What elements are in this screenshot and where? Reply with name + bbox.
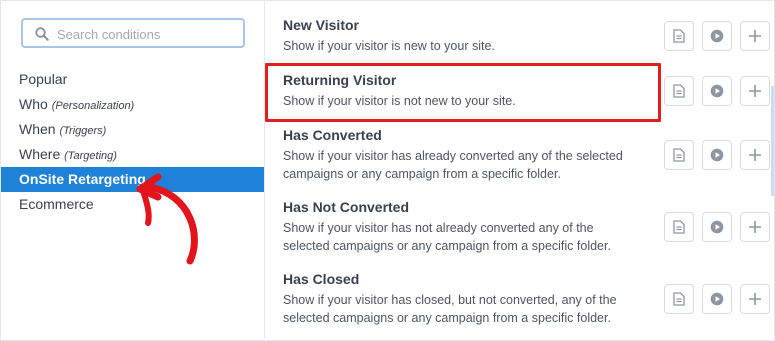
details-button[interactable] bbox=[664, 212, 694, 242]
scrollbar[interactable] bbox=[771, 86, 774, 196]
category-label: Who bbox=[19, 96, 48, 112]
condition-actions bbox=[664, 140, 770, 170]
condition-has-not-converted[interactable]: Has Not Converted Show if your visitor h… bbox=[265, 199, 655, 255]
search-box[interactable] bbox=[21, 18, 245, 48]
condition-actions bbox=[664, 21, 770, 51]
plus-icon bbox=[749, 149, 761, 161]
condition-title: Has Not Converted bbox=[283, 199, 410, 215]
plus-icon bbox=[749, 30, 761, 42]
search-icon bbox=[35, 27, 49, 41]
condition-title: Has Converted bbox=[283, 127, 382, 143]
play-icon bbox=[710, 292, 724, 306]
preview-button[interactable] bbox=[702, 76, 732, 106]
condition-actions bbox=[664, 76, 770, 106]
play-icon bbox=[710, 29, 724, 43]
category-label: Ecommerce bbox=[19, 196, 94, 212]
add-button[interactable] bbox=[740, 21, 770, 51]
category-sub: (Targeting) bbox=[64, 150, 117, 162]
condition-description: Show if your visitor is new to your site… bbox=[283, 39, 495, 53]
preview-button[interactable] bbox=[702, 212, 732, 242]
condition-actions bbox=[664, 212, 770, 242]
plus-icon bbox=[749, 85, 761, 97]
add-button[interactable] bbox=[740, 284, 770, 314]
details-button[interactable] bbox=[664, 76, 694, 106]
play-icon bbox=[710, 220, 724, 234]
condition-new-visitor[interactable]: New Visitor Show if your visitor is new … bbox=[265, 17, 655, 55]
play-icon bbox=[710, 84, 724, 98]
category-popular[interactable]: Popular bbox=[1, 67, 264, 92]
highlight-box bbox=[265, 63, 661, 122]
condition-actions bbox=[664, 284, 770, 314]
annotation-arrow-icon bbox=[136, 173, 198, 265]
document-icon bbox=[673, 220, 685, 234]
search-input[interactable] bbox=[57, 25, 237, 43]
add-button[interactable] bbox=[740, 212, 770, 242]
condition-description: Show if your visitor has not already con… bbox=[283, 221, 611, 253]
category-label: Popular bbox=[19, 71, 68, 87]
condition-title: New Visitor bbox=[283, 17, 359, 33]
condition-has-converted[interactable]: Has Converted Show if your visitor has a… bbox=[265, 127, 655, 183]
category-sub: (Triggers) bbox=[59, 125, 107, 137]
condition-description: Show if your visitor has already convert… bbox=[283, 149, 623, 181]
condition-list: New Visitor Show if your visitor is new … bbox=[265, 1, 774, 339]
category-when[interactable]: When (Triggers) bbox=[1, 117, 264, 142]
preview-button[interactable] bbox=[702, 21, 732, 51]
play-icon bbox=[710, 148, 724, 162]
condition-has-closed[interactable]: Has Closed Show if your visitor has clos… bbox=[265, 271, 655, 327]
document-icon bbox=[673, 292, 685, 306]
document-icon bbox=[673, 148, 685, 162]
category-sub: (Personalization) bbox=[51, 100, 135, 112]
category-where[interactable]: Where (Targeting) bbox=[1, 142, 264, 167]
document-icon bbox=[673, 29, 685, 43]
condition-description: Show if your visitor has closed, but not… bbox=[283, 293, 617, 325]
preview-button[interactable] bbox=[702, 284, 732, 314]
details-button[interactable] bbox=[664, 21, 694, 51]
details-button[interactable] bbox=[664, 140, 694, 170]
category-label: When bbox=[19, 121, 56, 137]
plus-icon bbox=[749, 221, 761, 233]
plus-icon bbox=[749, 293, 761, 305]
details-button[interactable] bbox=[664, 284, 694, 314]
document-icon bbox=[673, 84, 685, 98]
preview-button[interactable] bbox=[702, 140, 732, 170]
condition-title: Has Closed bbox=[283, 271, 360, 287]
category-label: Where bbox=[19, 146, 61, 162]
category-who[interactable]: Who (Personalization) bbox=[1, 92, 264, 117]
add-button[interactable] bbox=[740, 140, 770, 170]
add-button[interactable] bbox=[740, 76, 770, 106]
